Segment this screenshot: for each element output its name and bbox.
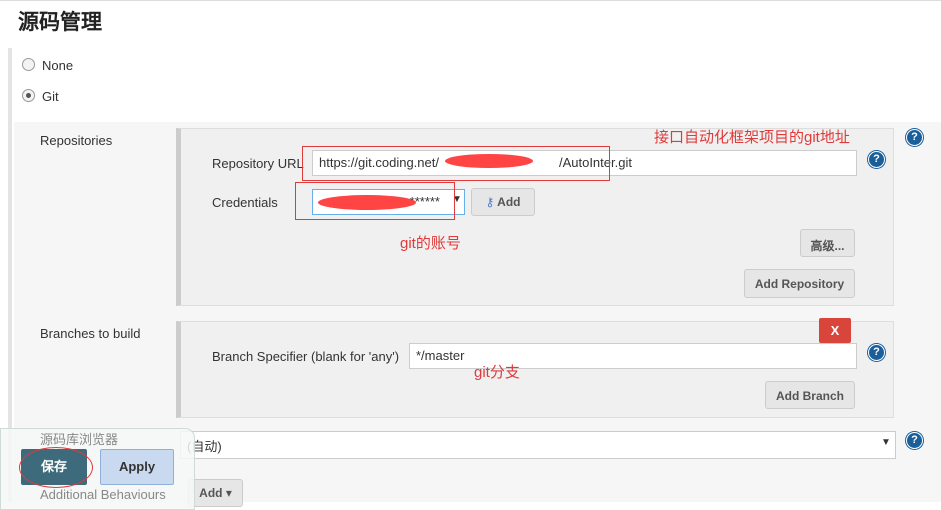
help-icon[interactable]: ? bbox=[868, 344, 885, 361]
apply-button[interactable]: Apply bbox=[100, 449, 174, 485]
key-icon: ⚷ bbox=[485, 195, 495, 209]
section-title: 源码管理 bbox=[18, 11, 102, 34]
credentials-label: Credentials bbox=[212, 195, 278, 210]
additional-behaviours-label: Additional Behaviours bbox=[40, 487, 166, 502]
radio-git-label: Git bbox=[42, 89, 59, 104]
annotation-box-credentials bbox=[295, 182, 455, 220]
repository-url-label: Repository URL bbox=[212, 156, 304, 171]
browser-select[interactable]: (自动) bbox=[180, 431, 896, 459]
additional-add-button[interactable]: Add ▾ bbox=[188, 479, 243, 507]
help-icon[interactable]: ? bbox=[906, 129, 923, 146]
radio-none-label: None bbox=[42, 58, 74, 73]
add-credentials-button[interactable]: ⚷ Add bbox=[471, 188, 535, 216]
radio-none[interactable] bbox=[22, 58, 35, 71]
top-divider bbox=[0, 0, 941, 1]
annotation-box-url bbox=[302, 146, 610, 181]
radio-git[interactable] bbox=[22, 89, 35, 102]
annotation-circle-save bbox=[19, 447, 93, 488]
repositories-label: Repositories bbox=[40, 133, 113, 148]
dropdown-caret-icon: ▼ bbox=[881, 437, 891, 448]
help-icon[interactable]: ? bbox=[906, 432, 923, 449]
advanced-button[interactable]: 高级... bbox=[800, 229, 855, 257]
add-repository-button[interactable]: Add Repository bbox=[744, 269, 855, 298]
delete-branch-button[interactable]: X bbox=[819, 318, 851, 343]
add-branch-button[interactable]: Add Branch bbox=[765, 381, 855, 409]
help-icon[interactable]: ? bbox=[868, 151, 885, 168]
annotation-branch: git分支 bbox=[474, 364, 520, 381]
browser-label: 源码库浏览器 bbox=[40, 432, 119, 447]
annotation-account: git的账号 bbox=[400, 235, 461, 252]
branch-specifier-label: Branch Specifier (blank for 'any') bbox=[212, 349, 400, 364]
branches-label: Branches to build bbox=[40, 326, 141, 341]
annotation-repo: 接口自动化框架项目的git地址 bbox=[654, 129, 850, 146]
